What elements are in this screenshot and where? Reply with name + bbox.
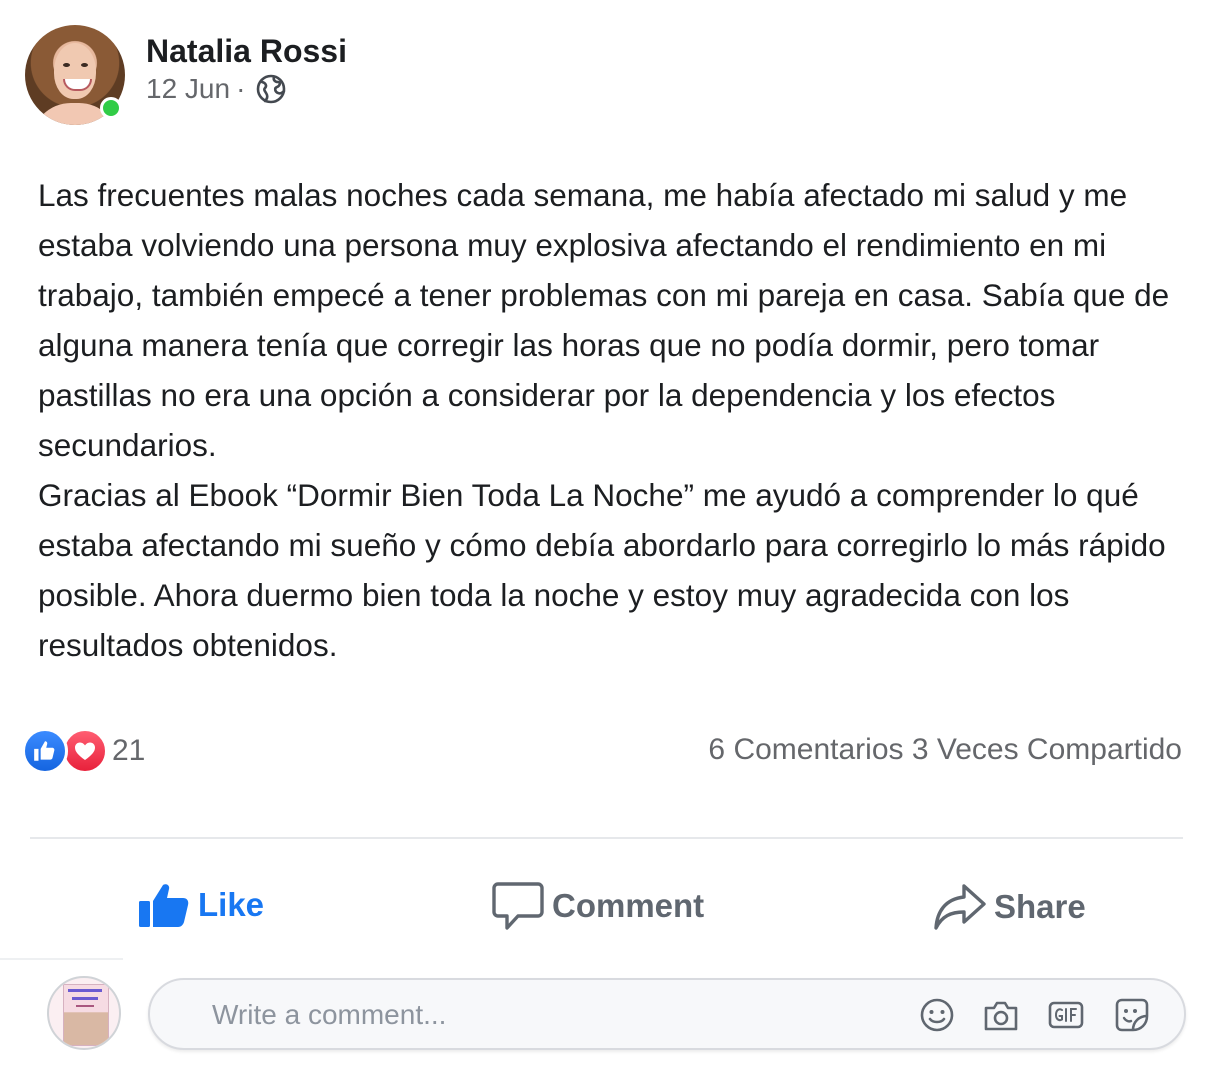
globe-icon[interactable] xyxy=(255,73,287,105)
divider xyxy=(30,837,1183,839)
online-status-indicator xyxy=(100,97,122,119)
share-button[interactable]: Share xyxy=(934,882,1086,932)
comment-input[interactable] xyxy=(210,980,814,1050)
comments-shares-count[interactable]: 6 Comentarios 3 Veces Compartido xyxy=(708,733,1182,767)
reactions-summary[interactable]: 21 xyxy=(22,728,145,774)
author-name[interactable]: Natalia Rossi xyxy=(146,33,347,70)
comment-box xyxy=(148,978,1186,1050)
gif-icon[interactable] xyxy=(1047,996,1085,1034)
sticker-icon[interactable] xyxy=(1113,996,1151,1034)
post-meta: 12 Jun · xyxy=(146,73,287,105)
meta-separator: · xyxy=(236,73,246,104)
commenter-avatar[interactable] xyxy=(47,976,121,1050)
camera-icon[interactable] xyxy=(982,996,1020,1034)
emoji-icon[interactable] xyxy=(918,996,956,1034)
like-button[interactable]: Like xyxy=(138,882,264,928)
post-paragraph: Las frecuentes malas noches cada semana,… xyxy=(38,177,1170,463)
thumbs-up-icon xyxy=(139,884,189,927)
divider xyxy=(0,958,123,960)
post-date[interactable]: 12 Jun xyxy=(146,73,230,105)
comment-button[interactable]: Comment xyxy=(492,880,704,932)
reaction-count[interactable]: 21 xyxy=(112,734,145,768)
comment-label: Comment xyxy=(552,887,705,924)
like-reaction-icon xyxy=(22,728,68,774)
post-body: Las frecuentes malas noches cada semana,… xyxy=(38,170,1188,670)
post-paragraph: Gracias al Ebook “Dormir Bien Toda La No… xyxy=(38,477,1166,663)
share-arrow-icon xyxy=(934,884,986,930)
like-label: Like xyxy=(198,886,265,923)
love-reaction-icon xyxy=(62,728,108,774)
share-label: Share xyxy=(994,888,1086,925)
speech-bubble-icon xyxy=(492,882,544,930)
